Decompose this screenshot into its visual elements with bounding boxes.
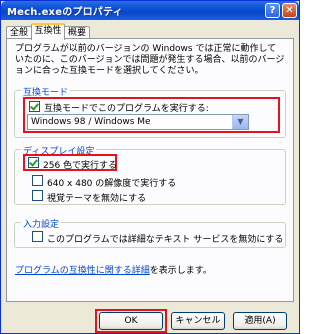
- ok-button[interactable]: OK: [99, 312, 163, 330]
- question-icon: ?: [269, 5, 276, 16]
- apply-button[interactable]: 適用(A): [233, 312, 287, 330]
- window-title: Mech.exeのプロパティ: [7, 7, 123, 18]
- disable-visual-themes-label: 視覚テーマを無効にする: [47, 194, 147, 204]
- run-640x480-checkbox[interactable]: [32, 175, 43, 186]
- chevron-down-icon[interactable]: ▼: [232, 115, 248, 129]
- compatibility-info-link[interactable]: プログラムの互換性に関する詳細: [15, 266, 150, 276]
- link-suffix: を表示します。: [149, 266, 212, 276]
- close-icon: ✕: [285, 5, 294, 16]
- help-button[interactable]: ?: [265, 3, 280, 18]
- compat-os-value: Windows 98 / Windows Me: [31, 117, 151, 127]
- run-256-colors-checkbox[interactable]: [28, 157, 39, 168]
- input-group-label: 入力設定: [21, 217, 62, 230]
- disable-text-services-label: このプログラムでは詳細なテキスト サービスを無効にする: [47, 235, 284, 245]
- tab-compatibility[interactable]: 互換性: [31, 23, 65, 40]
- run-256-colors-label: 256 色で実行する: [43, 161, 118, 171]
- compat-mode-checkbox[interactable]: [29, 101, 40, 112]
- disable-visual-themes-checkbox[interactable]: [32, 190, 43, 201]
- close-button[interactable]: ✕: [282, 3, 297, 18]
- more-info-line: プログラムの互換性に関する詳細を表示します。: [15, 263, 212, 276]
- compat-mode-checkbox-label: 互換モードでこのプログラムを実行する:: [44, 104, 209, 114]
- disable-text-services-checkbox[interactable]: [32, 231, 43, 242]
- compat-os-select[interactable]: Windows 98 / Windows Me ▼: [27, 114, 249, 130]
- description-text: プログラムが以前のバージョンの Windows では正常に動作していたのに、この…: [15, 44, 285, 76]
- run-640x480-label: 640 x 480 の解像度で実行する: [47, 179, 177, 189]
- cancel-button[interactable]: キャンセル: [171, 312, 225, 330]
- title-bar[interactable]: Mech.exeのプロパティ ? ✕: [1, 1, 299, 20]
- properties-window: Mech.exeのプロパティ ? ✕ 全般 互換性 概要 プログラムが以前のバー…: [0, 0, 300, 334]
